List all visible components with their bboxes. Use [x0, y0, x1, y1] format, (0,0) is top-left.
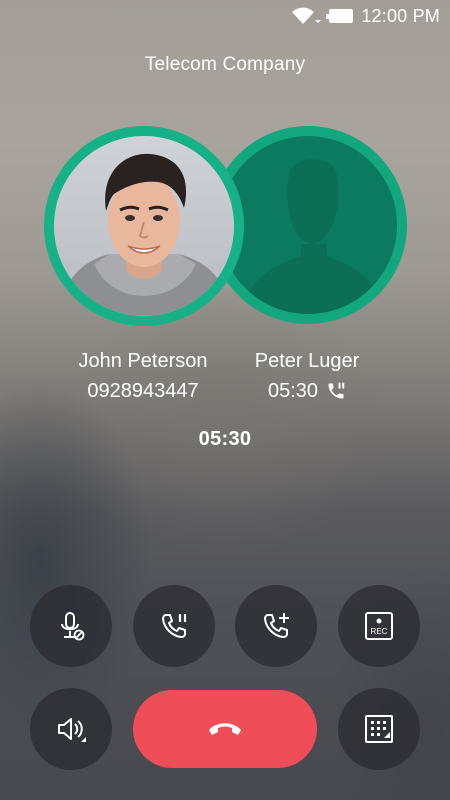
contact-name: Peter Luger: [254, 350, 360, 372]
speaker-button[interactable]: [30, 688, 112, 770]
record-button[interactable]: REC: [338, 585, 420, 667]
hold-button[interactable]: [133, 585, 215, 667]
contact-avatar-john[interactable]: [44, 126, 244, 326]
contact-info-peter: Peter Luger 05:30: [212, 346, 402, 406]
record-icon: REC: [365, 612, 393, 640]
add-call-button[interactable]: [235, 585, 317, 667]
record-label: REC: [371, 627, 388, 636]
mute-button[interactable]: [30, 585, 112, 667]
battery-icon: [326, 9, 354, 23]
person-silhouette-icon: [219, 136, 397, 314]
dialpad-icon: [365, 715, 393, 743]
contact-name: John Peterson: [78, 350, 208, 372]
contact-photo: [54, 136, 234, 316]
status-time: 12:00 PM: [361, 5, 440, 26]
contact-info-john: John Peterson 0928943447: [48, 346, 238, 406]
call-timer: 05:30: [198, 428, 252, 450]
call-duration: 05:30: [267, 380, 319, 402]
end-call-button[interactable]: [133, 690, 317, 768]
phone-add-icon: [264, 613, 289, 638]
speaker-icon: [58, 718, 86, 742]
keypad-button[interactable]: [338, 688, 420, 770]
status-bar: 12:00 PM: [0, 0, 450, 32]
phone-hangup-icon: [209, 723, 241, 735]
mic-mute-icon: [61, 612, 85, 641]
carrier-label: Telecom Company: [144, 54, 306, 75]
contact-number: 0928943447: [87, 380, 199, 402]
wifi-icon: [292, 7, 322, 24]
phone-hold-icon: [162, 614, 187, 638]
phone-paused-icon: [328, 382, 345, 399]
